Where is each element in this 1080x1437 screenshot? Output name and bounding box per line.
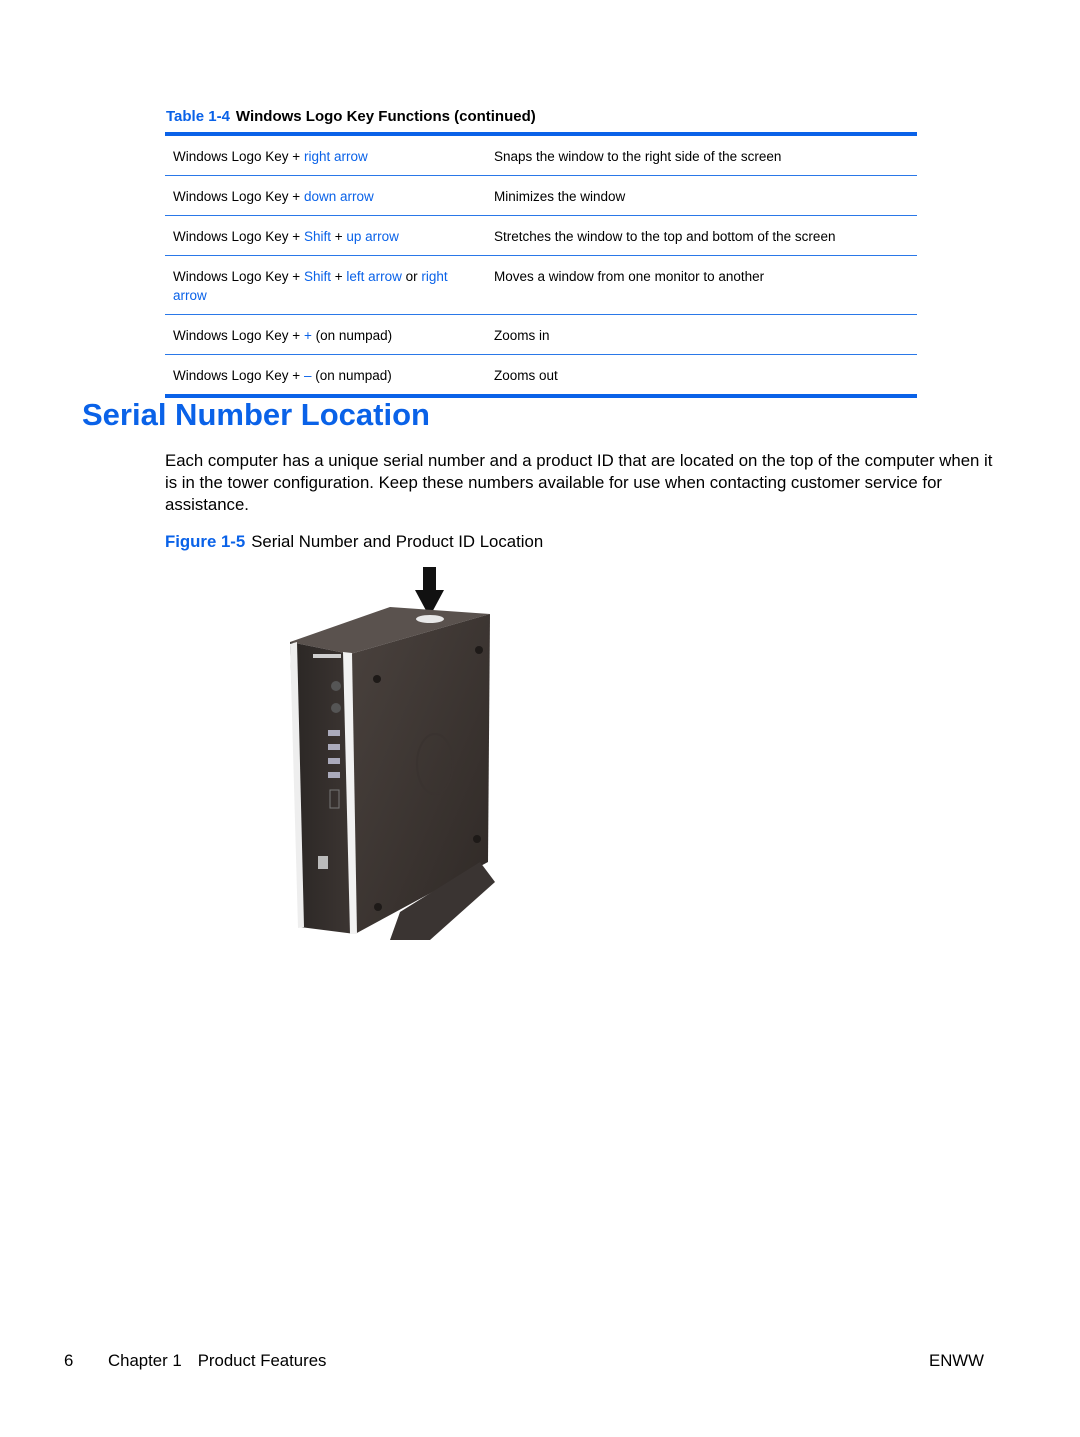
- function-description-cell: Stretches the window to the top and bott…: [486, 215, 917, 256]
- key-link[interactable]: up arrow: [346, 229, 399, 244]
- page-footer: 6 Chapter 1 Product Features ENWW: [64, 1351, 984, 1371]
- chapter-label: Chapter 1: [108, 1351, 182, 1370]
- table-row: Windows Logo Key + + (on numpad) Zooms in: [165, 314, 917, 355]
- function-description-cell: Zooms out: [494, 368, 558, 383]
- key-text: Windows Logo Key +: [173, 189, 304, 204]
- function-description-cell: Zooms in: [486, 314, 917, 355]
- figure-title: Serial Number and Product ID Location: [251, 532, 544, 551]
- key-link[interactable]: down arrow: [304, 189, 374, 204]
- computer-tower-illustration: [290, 567, 495, 940]
- table-row: Windows Logo Key + down arrow Minimizes t…: [165, 175, 917, 216]
- key-combination-cell: Windows Logo Key + right arrow: [165, 134, 486, 176]
- key-text: or: [401, 269, 422, 284]
- key-combination-cell: Windows Logo Key + + (on numpad): [165, 314, 486, 355]
- key-text: (on numpad): [311, 328, 393, 343]
- figure-caption: Figure 1-5 Serial Number and Product ID L…: [165, 532, 543, 552]
- key-link[interactable]: Shift: [304, 269, 331, 284]
- table-title: Windows Logo Key Functions (continued): [235, 108, 536, 125]
- table-label: Table 1-4: [166, 108, 230, 125]
- key-text: Windows Logo Key +: [173, 269, 304, 284]
- key-link[interactable]: right arrow: [304, 149, 368, 164]
- key-text: Windows Logo Key +: [173, 328, 304, 343]
- key-link[interactable]: Shift: [304, 229, 331, 244]
- key-combination-cell: Windows Logo Key + down arrow: [165, 175, 486, 216]
- key-text: +: [330, 269, 347, 284]
- table-row: Windows Logo Key + – (on numpad) Zooms ou…: [165, 355, 917, 397]
- key-combination-cell: Windows Logo Key + – (on numpad): [165, 355, 486, 397]
- table-row: Windows Logo Key + Shift + up arrow Stret…: [165, 215, 917, 256]
- section-paragraph: Each computer has a unique serial number…: [165, 451, 993, 514]
- key-combination-cell: Windows Logo Key + Shift + left arrow or…: [165, 255, 486, 315]
- key-text: Windows Logo Key +: [173, 229, 304, 244]
- function-description-cell: Snaps the window to the right side of th…: [486, 134, 917, 176]
- table-row: Windows Logo Key + Shift + left arrow or…: [165, 255, 917, 315]
- function-description-cell: Minimizes the window: [486, 175, 917, 216]
- serial-label: [416, 615, 444, 623]
- key-text: +: [330, 229, 347, 244]
- key-combination-cell: Windows Logo Key + Shift + up arrow: [165, 215, 486, 256]
- windows-logo-key-table: Windows Logo Key + right arrow Snaps the …: [165, 132, 917, 398]
- locale-code: ENWW: [929, 1351, 984, 1370]
- table-caption: Table 1-4 Windows Logo Key Functions (con…: [166, 108, 536, 125]
- key-text: (on numpad): [311, 368, 392, 383]
- function-description-cell: Moves a window from one monitor to anoth…: [486, 255, 917, 315]
- key-link[interactable]: left arrow: [346, 269, 402, 284]
- chapter-title: Product Features: [197, 1351, 327, 1370]
- page-number: 6: [64, 1351, 74, 1370]
- key-link[interactable]: +: [304, 328, 312, 343]
- table-row: Windows Logo Key + right arrow Snaps the …: [165, 134, 917, 176]
- key-text: Windows Logo Key +: [173, 149, 304, 164]
- key-text: Windows Logo Key +: [173, 368, 304, 383]
- figure-label: Figure 1-5: [165, 532, 246, 551]
- section-title: Serial Number Location: [82, 397, 430, 432]
